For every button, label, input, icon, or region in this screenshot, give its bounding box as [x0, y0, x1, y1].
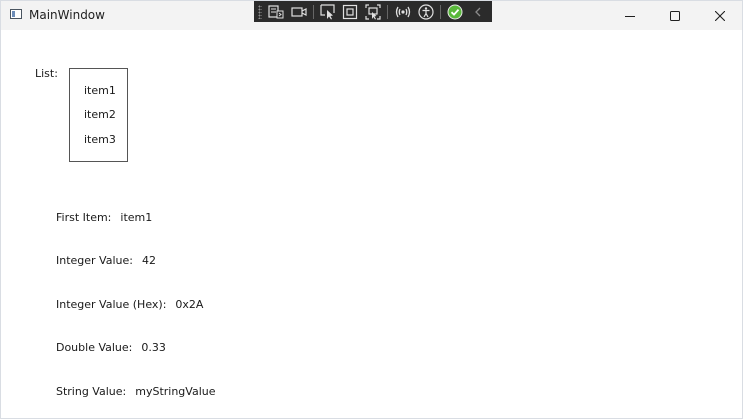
string-value-row: String Value: myStringValue: [35, 371, 216, 413]
record-icon[interactable]: [291, 3, 307, 21]
integer-value-row: Integer Value: 42: [35, 240, 156, 282]
string-value-label: String Value:: [55, 385, 127, 398]
track-focus-icon[interactable]: [365, 3, 381, 21]
item-listbox[interactable]: item1 item2 item3: [69, 68, 128, 162]
window-content: List: item1 item2 item3 First Item: item1…: [1, 30, 742, 418]
drag-grip-icon[interactable]: [258, 4, 263, 19]
first-item-row: First Item: item1: [35, 197, 152, 239]
integer-value: 42: [141, 254, 156, 267]
select-element-icon[interactable]: [320, 3, 336, 21]
minimize-button[interactable]: [607, 1, 652, 30]
list-item[interactable]: item2: [84, 108, 116, 122]
double-value-row: Double Value: 0.33: [35, 327, 166, 369]
close-button[interactable]: [697, 1, 742, 30]
double-value: 0.33: [141, 341, 166, 354]
integer-hex-value: 0x2A: [175, 298, 204, 311]
list-item[interactable]: item3: [84, 133, 116, 147]
app-window-icon: [10, 9, 22, 19]
first-item-label: First Item:: [55, 211, 112, 224]
integer-hex-row: Integer Value (Hex): 0x2A: [35, 284, 203, 326]
first-item-value: item1: [120, 211, 153, 224]
window-title: MainWindow: [29, 8, 105, 22]
accessibility-icon[interactable]: [418, 3, 434, 21]
maximize-icon: [669, 10, 680, 21]
display-layout-adorners-icon[interactable]: [342, 3, 358, 21]
list-item[interactable]: item1: [84, 84, 116, 98]
title-bar[interactable]: MainWindow: [1, 1, 742, 30]
integer-value-label: Integer Value:: [55, 254, 133, 267]
string-value: myStringValue: [135, 385, 216, 398]
xaml-debug-toolbar: [254, 1, 492, 22]
minimize-icon: [624, 15, 635, 17]
list-label: List:: [35, 67, 58, 80]
toolbar-separator: [387, 4, 388, 19]
integer-hex-label: Integer Value (Hex):: [55, 298, 167, 311]
window-controls: [607, 1, 742, 30]
toolbar-separator: [312, 4, 314, 19]
collapse-chevron-icon[interactable]: [470, 3, 486, 21]
double-value-label: Double Value:: [55, 341, 133, 354]
close-icon: [714, 10, 725, 21]
live-visual-tree-icon[interactable]: [268, 3, 284, 21]
main-window: MainWindow List: item1 item2 item3 First…: [0, 0, 743, 419]
success-check-icon[interactable]: [447, 3, 463, 21]
toolbar-separator: [440, 4, 442, 19]
binding-failures-icon[interactable]: [394, 3, 412, 21]
maximize-button[interactable]: [652, 1, 697, 30]
